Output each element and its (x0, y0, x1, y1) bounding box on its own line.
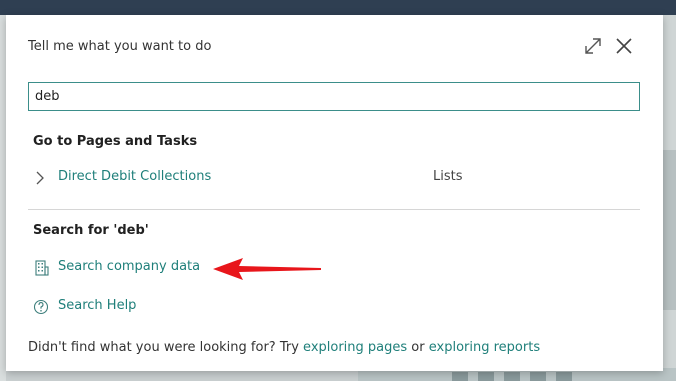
divider (28, 209, 640, 210)
footer-prefix: Didn't find what you were looking for? T… (28, 340, 299, 355)
exploring-reports-link[interactable]: exploring reports (429, 340, 540, 355)
result-direct-debit-collections[interactable]: Direct Debit Collections Lists (33, 167, 613, 189)
app-top-bar (0, 0, 676, 15)
expand-icon (585, 38, 601, 54)
building-icon (35, 260, 49, 276)
chevron-right-icon (36, 171, 44, 185)
red-arrow-annotation (213, 258, 321, 280)
background-tile (556, 372, 572, 381)
close-button[interactable] (612, 34, 636, 58)
search-company-data-label: Search company data (58, 259, 201, 274)
search-help-action[interactable]: Search Help (33, 296, 173, 318)
background-tile (530, 372, 546, 381)
section-heading-pages: Go to Pages and Tasks (33, 134, 198, 149)
footer-middle: or (411, 340, 425, 355)
background-stripe (663, 150, 676, 310)
background-tile (452, 372, 468, 381)
search-input[interactable] (28, 82, 640, 111)
result-label: Direct Debit Collections (58, 169, 212, 184)
search-company-data-action[interactable]: Search company data (33, 257, 233, 279)
result-category: Lists (433, 169, 463, 184)
exploring-pages-link[interactable]: exploring pages (303, 340, 407, 355)
close-icon (616, 38, 632, 54)
background-tile (504, 372, 520, 381)
background-tile (478, 372, 494, 381)
expand-button[interactable] (582, 35, 604, 57)
search-help-label: Search Help (58, 298, 137, 313)
help-circle-icon (33, 299, 49, 315)
footer-hint: Didn't find what you were looking for? T… (28, 340, 540, 355)
dialog-title: Tell me what you want to do (28, 39, 212, 54)
tell-me-dialog: Tell me what you want to do Go to Pages … (6, 15, 663, 371)
section-heading-search: Search for 'deb' (33, 223, 149, 238)
